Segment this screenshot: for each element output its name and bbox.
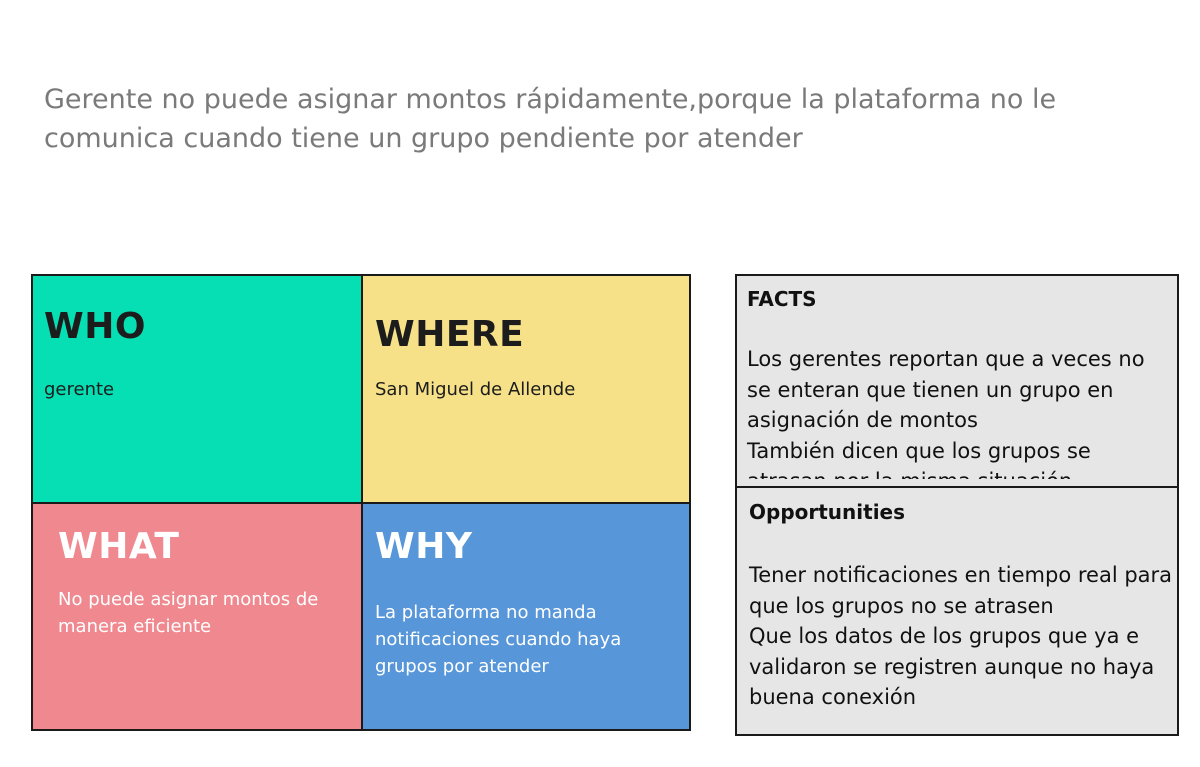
where-heading: WHERE <box>375 314 525 355</box>
who-heading: WHO <box>44 306 146 347</box>
facts-box[interactable]: FACTS Los gerentes reportan que a veces … <box>735 274 1179 488</box>
opportunities-line: Tener notificaciones en tiempo real para… <box>749 563 1173 618</box>
why-quadrant[interactable]: WHY La plataforma no manda notificacione… <box>363 504 689 729</box>
problem-statement: Gerente no puede asignar montos rápidame… <box>44 84 1057 154</box>
where-quadrant[interactable]: WHERE San Miguel de Allende <box>363 276 689 502</box>
who-quadrant[interactable]: WHO gerente <box>33 276 361 502</box>
facts-title: FACTS <box>747 287 817 311</box>
facts-clip: FACTS Los gerentes reportan que a veces … <box>737 276 1177 479</box>
facts-body: Los gerentes reportan que a veces no se … <box>747 344 1172 479</box>
opportunities-box[interactable]: Opportunities Tener notificaciones en ti… <box>735 486 1179 736</box>
why-heading: WHY <box>375 526 473 567</box>
facts-line: También dicen que los grupos se atrasan … <box>747 438 1091 480</box>
facts-line: Los gerentes reportan que a veces no se … <box>747 347 1145 432</box>
grid-horizontal-divider <box>33 502 689 504</box>
opportunities-line: Que los datos de los grupos que ya e val… <box>749 624 1155 709</box>
where-text: San Miguel de Allende <box>375 379 576 400</box>
why-text: La plataforma no manda notificaciones cu… <box>375 602 622 677</box>
empathy-canvas: Gerente no puede asignar montos rápidame… <box>0 0 1200 767</box>
opportunities-title: Opportunities <box>749 500 906 524</box>
who-where-what-why-grid: WHO gerente WHERE San Miguel de Allende … <box>31 274 691 731</box>
what-heading: WHAT <box>58 526 180 567</box>
what-text: No puede asignar montos de manera eficie… <box>58 589 319 637</box>
who-text: gerente <box>44 379 115 400</box>
what-quadrant[interactable]: WHAT No puede asignar montos de manera e… <box>33 504 361 729</box>
opportunities-body: Tener notificaciones en tiempo real para… <box>749 560 1174 713</box>
